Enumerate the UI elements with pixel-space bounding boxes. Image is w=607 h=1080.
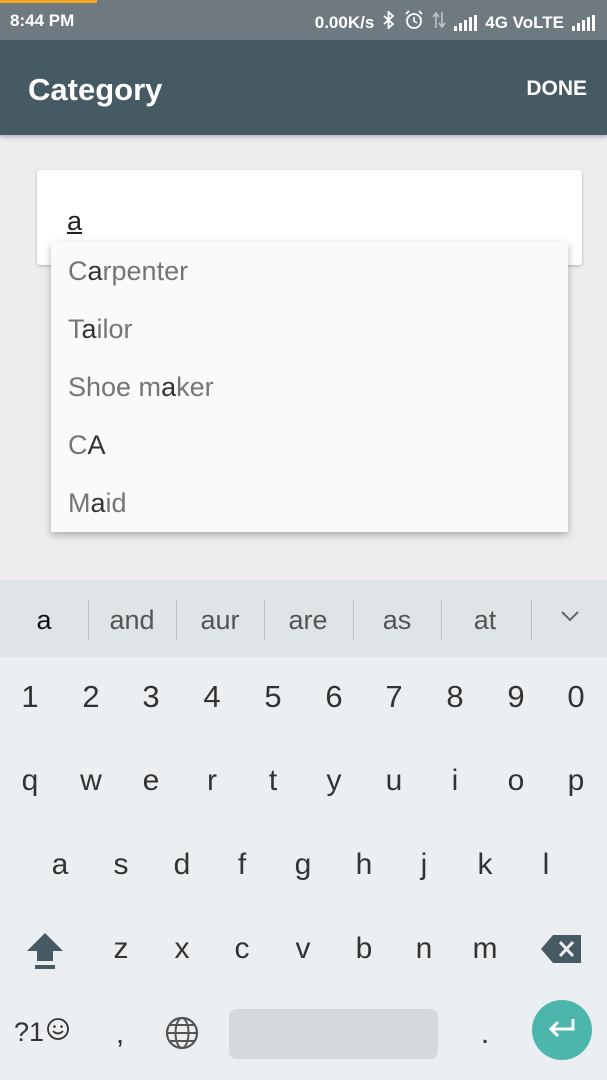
status-right: 0.00K/s 4G VoLTE bbox=[314, 9, 595, 35]
key-8[interactable]: 8 bbox=[425, 679, 485, 715]
download-progress-line bbox=[0, 0, 97, 3]
key-6[interactable]: 6 bbox=[304, 679, 364, 715]
shift-key[interactable] bbox=[15, 929, 75, 981]
key-0[interactable]: 0 bbox=[546, 679, 606, 715]
symbols-label: ?1 bbox=[14, 1017, 45, 1047]
key-c[interactable]: c bbox=[212, 932, 272, 966]
key-w[interactable]: w bbox=[61, 764, 121, 798]
backspace-key[interactable] bbox=[531, 933, 591, 973]
key-g[interactable]: g bbox=[273, 848, 333, 882]
key-2[interactable]: 2 bbox=[61, 679, 121, 715]
comma-key[interactable]: , bbox=[90, 1017, 150, 1051]
status-time: 8:44 PM bbox=[10, 11, 75, 30]
suggestion-text: ker bbox=[176, 372, 214, 402]
key-u[interactable]: u bbox=[364, 764, 424, 798]
enter-key[interactable] bbox=[532, 1000, 592, 1060]
key-y[interactable]: y bbox=[304, 764, 364, 798]
suggestion-text: M bbox=[68, 488, 91, 518]
suggestion-item[interactable]: CA bbox=[51, 416, 568, 474]
key-e[interactable]: e bbox=[121, 764, 181, 798]
suggestion-match: a bbox=[90, 488, 106, 518]
suggestion-match: A bbox=[87, 430, 106, 460]
period-key[interactable]: . bbox=[455, 1017, 515, 1051]
key-4[interactable]: 4 bbox=[182, 679, 242, 715]
suggestion-text: id bbox=[105, 488, 127, 518]
suggestion-item[interactable]: Carpenter bbox=[51, 242, 568, 300]
keyboard-suggestion-strip: a and aur are as at bbox=[0, 580, 607, 657]
done-button[interactable]: DONE bbox=[526, 77, 587, 101]
suggestion-match: a bbox=[81, 314, 97, 344]
suggestion-text: Shoe m bbox=[68, 372, 162, 402]
suggestion-match: a bbox=[161, 372, 177, 402]
key-h[interactable]: h bbox=[334, 848, 394, 882]
key-r[interactable]: r bbox=[182, 764, 242, 798]
page-title: Category bbox=[28, 72, 163, 107]
app-bar: Category DONE bbox=[0, 40, 607, 135]
keyboard-suggestion[interactable]: at bbox=[441, 580, 529, 657]
key-3[interactable]: 3 bbox=[121, 679, 181, 715]
network-type: 4G VoLTE bbox=[485, 12, 564, 32]
keyboard-suggestion[interactable]: aur bbox=[176, 580, 264, 657]
key-1[interactable]: 1 bbox=[0, 679, 60, 715]
status-bar: 8:44 PM 0.00K/s 4G VoLTE bbox=[0, 0, 607, 40]
keyboard-suggestion[interactable]: a bbox=[0, 580, 88, 657]
category-input-value: a bbox=[67, 206, 83, 236]
suggestion-item[interactable]: Shoe maker bbox=[51, 358, 568, 416]
alarm-icon bbox=[404, 10, 424, 35]
emoji-icon bbox=[46, 1017, 70, 1048]
signal-icon bbox=[454, 14, 478, 31]
spacebar[interactable] bbox=[229, 1009, 438, 1059]
key-n[interactable]: n bbox=[394, 932, 454, 966]
key-7[interactable]: 7 bbox=[364, 679, 424, 715]
key-k[interactable]: k bbox=[455, 848, 515, 882]
keyboard-suggestion[interactable]: are bbox=[264, 580, 352, 657]
keyboard-suggestion[interactable]: as bbox=[353, 580, 441, 657]
key-b[interactable]: b bbox=[334, 932, 394, 966]
key-m[interactable]: m bbox=[455, 932, 515, 966]
autocomplete-dropdown: Carpenter Tailor Shoe maker CA Maid bbox=[51, 242, 568, 532]
key-9[interactable]: 9 bbox=[486, 679, 546, 715]
key-z[interactable]: z bbox=[91, 932, 151, 966]
suggestion-text: C bbox=[68, 256, 88, 286]
globe-icon bbox=[164, 1016, 200, 1058]
key-x[interactable]: x bbox=[152, 932, 212, 966]
net-speed: 0.00K/s bbox=[314, 12, 375, 32]
suggestion-text: ilor bbox=[96, 314, 133, 344]
key-t[interactable]: t bbox=[243, 764, 303, 798]
backspace-icon bbox=[539, 935, 583, 972]
signal-icon bbox=[572, 14, 595, 31]
key-v[interactable]: v bbox=[273, 932, 333, 966]
key-j[interactable]: j bbox=[394, 848, 454, 882]
enter-icon bbox=[546, 1016, 578, 1045]
language-key[interactable] bbox=[152, 1015, 212, 1059]
suggestion-text: C bbox=[68, 430, 88, 460]
key-5[interactable]: 5 bbox=[243, 679, 303, 715]
key-i[interactable]: i bbox=[425, 764, 485, 798]
key-l[interactable]: l bbox=[516, 848, 576, 882]
data-arrows-icon bbox=[432, 11, 446, 34]
bluetooth-icon bbox=[382, 9, 396, 34]
key-a[interactable]: a bbox=[30, 848, 90, 882]
key-o[interactable]: o bbox=[486, 764, 546, 798]
suggestion-item[interactable]: Maid bbox=[51, 474, 568, 532]
chevron-down-icon bbox=[559, 609, 581, 628]
keyboard-suggestion[interactable]: and bbox=[88, 580, 176, 657]
suggestion-text: T bbox=[68, 314, 82, 344]
suggestion-match: a bbox=[87, 256, 103, 286]
key-f[interactable]: f bbox=[212, 848, 272, 882]
collapse-suggestions-button[interactable] bbox=[532, 580, 607, 657]
suggestion-text: rpenter bbox=[102, 256, 189, 286]
symbols-key[interactable]: ?1 bbox=[14, 1017, 70, 1048]
key-s[interactable]: s bbox=[91, 848, 151, 882]
key-d[interactable]: d bbox=[152, 848, 212, 882]
shift-icon bbox=[23, 933, 67, 980]
keyboard: 1 2 3 4 5 6 7 8 9 0 q w e r t y u i o p … bbox=[0, 657, 607, 1080]
key-p[interactable]: p bbox=[546, 764, 606, 798]
suggestion-item[interactable]: Tailor bbox=[51, 300, 568, 358]
key-q[interactable]: q bbox=[0, 764, 60, 798]
